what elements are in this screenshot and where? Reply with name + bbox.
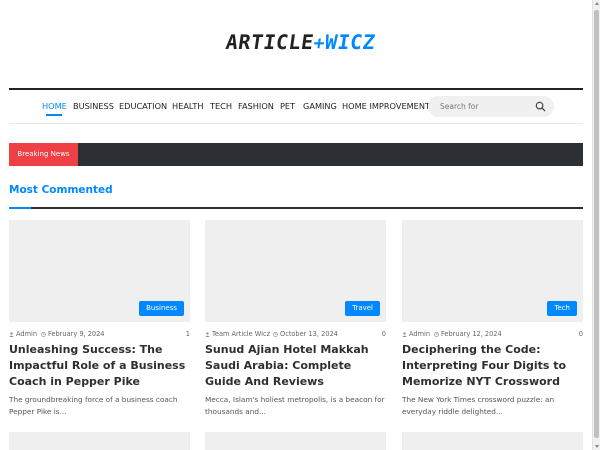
user-icon xyxy=(205,331,210,337)
nav-item-home-improvement[interactable]: HOME IMPROVEMENT xyxy=(342,101,430,111)
post-date: February 9, 2024 xyxy=(41,330,104,338)
post-excerpt: The New York Times crossword puzzle: an … xyxy=(402,395,555,416)
main-navigation: HOME BUSINESS EDUCATION HEALTH TECH FASH… xyxy=(9,90,583,124)
nav-item-fashion[interactable]: FASHION xyxy=(238,101,274,111)
comment-count[interactable]: 0 xyxy=(382,330,386,338)
nav-item-home[interactable]: HOME xyxy=(42,101,67,111)
section-divider-accent xyxy=(9,207,31,209)
post-meta: Team Article Wicz October 13, 2024 0 xyxy=(205,328,386,340)
clock-icon xyxy=(434,331,439,337)
post-author[interactable]: Admin xyxy=(9,330,37,338)
post-thumbnail[interactable] xyxy=(9,432,190,450)
scroll-down-arrow-icon[interactable] xyxy=(595,445,599,448)
nav-item-pet[interactable]: PET xyxy=(280,101,295,111)
user-icon xyxy=(402,331,407,337)
breaking-news-bar: Breaking News xyxy=(9,143,583,166)
comment-count[interactable]: 0 xyxy=(579,330,583,338)
post-thumbnail[interactable]: Tech xyxy=(402,220,583,322)
post-title[interactable]: Sunud Ajian Hotel Makkah Saudi Arabia: C… xyxy=(205,342,386,390)
breaking-news-label: Breaking News xyxy=(9,143,78,166)
section-title: Most Commented xyxy=(9,184,113,196)
post-meta: Admin February 9, 2024 1 xyxy=(9,328,190,340)
page-scrollbar[interactable] xyxy=(592,0,600,450)
post-thumbnail[interactable]: Business xyxy=(9,220,190,322)
post-thumbnail[interactable] xyxy=(205,432,386,450)
nav-item-education[interactable]: EDUCATION xyxy=(119,101,167,111)
category-badge[interactable]: Tech xyxy=(547,301,577,316)
search-placeholder: Search for xyxy=(440,102,479,111)
section-divider xyxy=(9,207,583,209)
comment-count[interactable]: 1 xyxy=(186,330,190,338)
post-meta: Admin February 12, 2024 0 xyxy=(402,328,583,340)
nav-item-health[interactable]: HEALTH xyxy=(172,101,204,111)
clock-icon xyxy=(41,331,46,337)
post-author[interactable]: Team Article Wicz xyxy=(205,330,270,338)
site-logo[interactable]: ARTICLE+WICZ xyxy=(224,30,377,54)
post-thumbnail[interactable] xyxy=(402,432,583,450)
user-icon xyxy=(9,331,14,337)
post-date: October 13, 2024 xyxy=(273,330,338,338)
nav-item-gaming[interactable]: GAMING xyxy=(303,101,337,111)
nav-item-business[interactable]: BUSINESS xyxy=(73,101,114,111)
scroll-up-arrow-icon[interactable] xyxy=(595,2,599,5)
nav-item-tech[interactable]: TECH xyxy=(210,101,232,111)
clock-icon xyxy=(273,331,278,337)
scrollbar-thumb[interactable] xyxy=(594,10,599,438)
category-badge[interactable]: Business xyxy=(139,301,184,316)
search-input[interactable]: Search for xyxy=(428,96,554,117)
nav-active-indicator xyxy=(46,114,62,116)
post-date: February 12, 2024 xyxy=(434,330,502,338)
post-title[interactable]: Unleashing Success: The Impactful Role o… xyxy=(9,342,190,390)
post-thumbnail[interactable]: Travel xyxy=(205,220,386,322)
category-badge[interactable]: Travel xyxy=(345,301,380,316)
post-excerpt: The groundbreaking force of a business c… xyxy=(9,395,178,416)
post-author[interactable]: Admin xyxy=(402,330,430,338)
post-title[interactable]: Deciphering the Code: Interpreting Four … xyxy=(402,342,583,390)
search-icon[interactable] xyxy=(535,101,546,112)
post-excerpt: Mecca, Islam's holiest metropolis, is a … xyxy=(205,395,385,416)
site-header: ARTICLE+WICZ xyxy=(0,0,592,86)
